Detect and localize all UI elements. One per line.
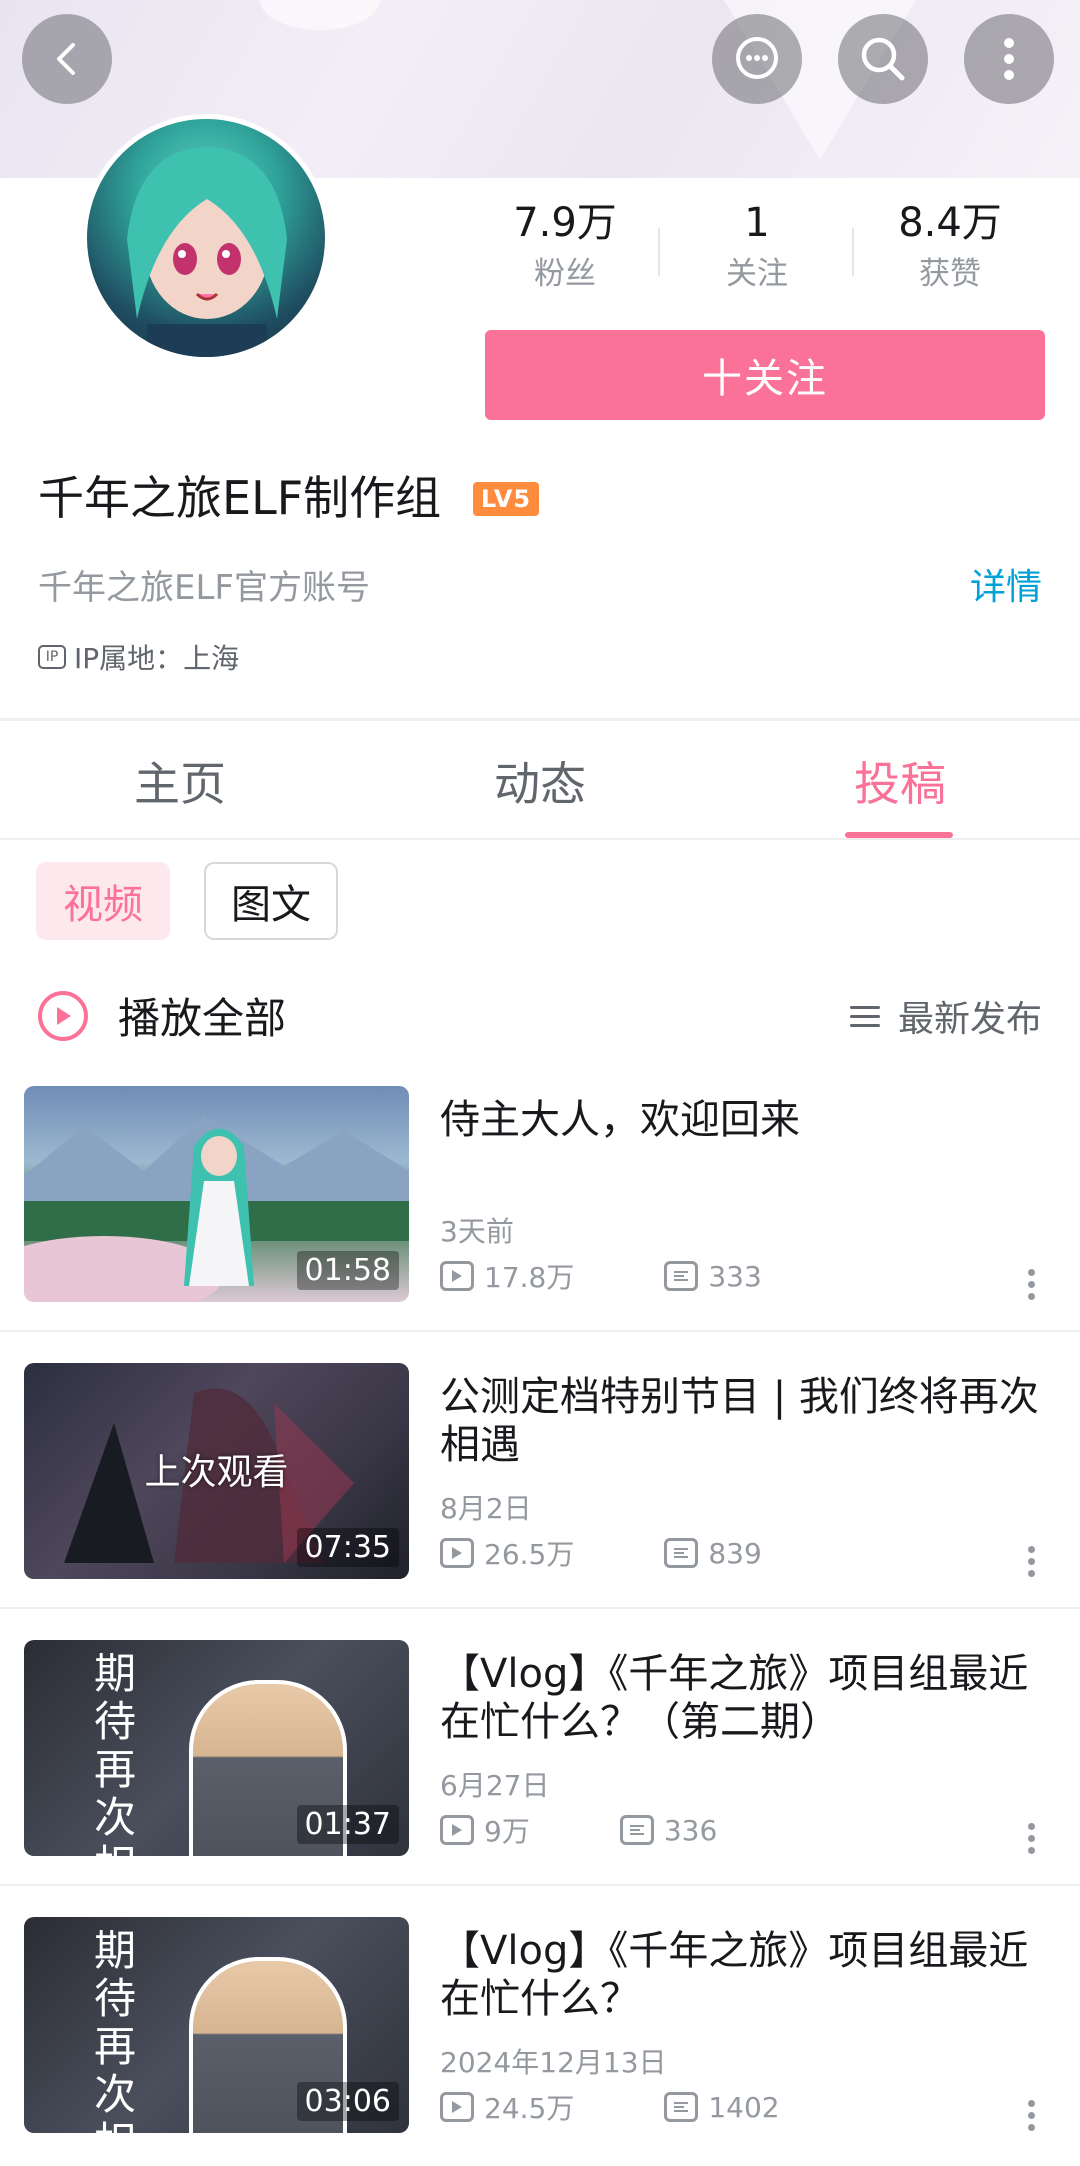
video-date: 3天前 bbox=[440, 1215, 514, 1248]
filter-video-chip[interactable]: 视频 bbox=[36, 862, 170, 940]
list-divider bbox=[0, 1330, 1080, 1332]
video-date: 8月2日 bbox=[440, 1492, 532, 1525]
list-divider bbox=[0, 1607, 1080, 1609]
play-count-icon bbox=[440, 1261, 474, 1291]
more-vertical-icon[interactable] bbox=[1028, 2095, 1036, 2136]
ip-badge-icon: IP bbox=[38, 645, 66, 669]
video-title: 【Vlog】《千年之旅》项目组最近在忙什么？（第二期） bbox=[440, 1651, 1029, 1745]
video-title: 公测定档特别节目 | 我们终将再次相遇 bbox=[440, 1374, 1039, 1468]
tabs-divider bbox=[0, 838, 1080, 840]
video-stats: 9万 336 bbox=[440, 1810, 717, 1850]
stat-label: 关注 bbox=[726, 256, 788, 292]
more-options-button[interactable] bbox=[964, 14, 1054, 104]
ip-location-text: IP属地：上海 bbox=[74, 642, 240, 675]
play-count-icon bbox=[440, 1538, 474, 1568]
ip-location: IP IP属地：上海 bbox=[38, 637, 239, 677]
video-thumbnail[interactable]: 01:58 bbox=[24, 1086, 409, 1302]
video-duration: 01:58 bbox=[296, 1251, 399, 1290]
avatar-illustration bbox=[127, 147, 287, 357]
thumbnail-calligraphy: 期待再次相遇 bbox=[94, 1926, 137, 2134]
back-button[interactable] bbox=[22, 14, 112, 104]
stat-value: 7.9万 bbox=[513, 200, 617, 246]
detail-link[interactable]: 详情 bbox=[970, 558, 1042, 610]
video-stats: 17.8万 333 bbox=[440, 1256, 762, 1296]
filter-text-chip[interactable]: 图文 bbox=[204, 862, 338, 940]
chevron-left-icon bbox=[57, 43, 75, 75]
stat-divider bbox=[852, 228, 854, 276]
more-vertical-icon[interactable] bbox=[1028, 1264, 1036, 1305]
danmaku-icon bbox=[664, 1538, 699, 1568]
video-stats: 26.5万 839 bbox=[440, 1533, 762, 1573]
tab-submissions[interactable]: 投稿 bbox=[800, 748, 1000, 814]
list-icon bbox=[849, 1000, 880, 1033]
video-duration: 07:35 bbox=[296, 1528, 399, 1567]
thumbnail-calligraphy: 期待再次相遇 bbox=[94, 1649, 137, 1857]
video-title: 侍主大人，欢迎回来 bbox=[440, 1097, 800, 1143]
stat-label: 粉丝 bbox=[534, 256, 596, 292]
search-button[interactable] bbox=[838, 14, 928, 104]
list-divider bbox=[0, 1884, 1080, 1886]
video-date: 2024年12月13日 bbox=[440, 2046, 667, 2079]
section-divider bbox=[0, 718, 1080, 721]
chat-bubble-icon bbox=[736, 37, 778, 79]
more-vertical-icon[interactable] bbox=[1028, 1541, 1036, 1582]
profile-stats: 7.9万 粉丝 1 关注 8.4万 获赞 bbox=[480, 198, 1050, 308]
video-item[interactable]: 期待再次相遇 03:06 【Vlog】《千年之旅》项目组最近在忙什么？ 2024… bbox=[0, 1917, 1080, 2157]
tab-home[interactable]: 主页 bbox=[80, 748, 280, 814]
more-vertical-icon bbox=[1004, 38, 1014, 80]
view-count: 17.8万 bbox=[484, 1261, 575, 1294]
video-thumbnail[interactable]: 期待再次相遇 03:06 bbox=[24, 1917, 409, 2133]
danmaku-icon bbox=[664, 1261, 699, 1291]
view-count: 24.5万 bbox=[484, 2092, 575, 2125]
video-title: 【Vlog】《千年之旅》项目组最近在忙什么？ bbox=[440, 1928, 1029, 2022]
play-count-icon bbox=[440, 2092, 474, 2122]
last-watched-overlay: 上次观看 bbox=[144, 1452, 289, 1493]
comment-count: 839 bbox=[708, 1536, 762, 1570]
sort-label: 最新发布 bbox=[897, 999, 1042, 1040]
message-button[interactable] bbox=[712, 14, 802, 104]
comment-count: 1402 bbox=[708, 2090, 780, 2124]
video-duration: 03:06 bbox=[296, 2082, 399, 2121]
level-badge: LV5 bbox=[473, 482, 539, 516]
video-stats: 24.5万 1402 bbox=[440, 2087, 780, 2127]
profile-signature: 千年之旅ELF官方账号 bbox=[38, 568, 370, 608]
stat-value: 8.4万 bbox=[898, 200, 1002, 246]
video-item[interactable]: 期待再次相遇 01:37 【Vlog】《千年之旅》项目组最近在忙什么？（第二期）… bbox=[0, 1640, 1080, 1880]
video-item[interactable]: 01:58 侍主大人，欢迎回来 3天前 17.8万 333 bbox=[0, 1086, 1080, 1326]
stat-value: 1 bbox=[744, 200, 770, 246]
tab-dynamic[interactable]: 动态 bbox=[440, 748, 640, 814]
stat-divider bbox=[658, 228, 660, 276]
video-duration: 01:37 bbox=[296, 1805, 399, 1844]
profile-name: 千年之旅ELF制作组 bbox=[38, 471, 442, 525]
comment-count: 336 bbox=[663, 1813, 718, 1847]
search-icon bbox=[861, 37, 905, 81]
play-circle-icon bbox=[38, 990, 88, 1041]
play-all-button[interactable]: 播放全部 bbox=[38, 985, 286, 1046]
banner-decoration bbox=[260, 0, 380, 30]
danmaku-icon bbox=[664, 2092, 699, 2122]
view-count: 26.5万 bbox=[484, 1538, 575, 1571]
danmaku-icon bbox=[619, 1815, 654, 1845]
play-count-icon bbox=[440, 1815, 474, 1845]
video-date: 6月27日 bbox=[440, 1769, 550, 1802]
more-vertical-icon[interactable] bbox=[1028, 1818, 1036, 1859]
video-thumbnail[interactable]: 上次观看 07:35 bbox=[24, 1363, 409, 1579]
comment-count: 333 bbox=[708, 1259, 762, 1293]
stat-likes[interactable]: 8.4万 获赞 bbox=[865, 198, 1035, 296]
sort-button[interactable]: 最新发布 bbox=[849, 990, 1042, 1042]
view-count: 9万 bbox=[484, 1815, 530, 1848]
video-thumbnail[interactable]: 期待再次相遇 01:37 bbox=[24, 1640, 409, 1856]
stat-label: 获赞 bbox=[919, 256, 981, 292]
play-all-label: 播放全部 bbox=[118, 994, 287, 1043]
stat-following[interactable]: 1 关注 bbox=[672, 198, 842, 296]
video-item[interactable]: 上次观看 07:35 公测定档特别节目 | 我们终将再次相遇 8月2日 26.5… bbox=[0, 1363, 1080, 1603]
avatar[interactable] bbox=[82, 114, 330, 362]
stat-followers[interactable]: 7.9万 粉丝 bbox=[480, 198, 650, 296]
follow-button[interactable]: 十关注 bbox=[485, 330, 1045, 420]
